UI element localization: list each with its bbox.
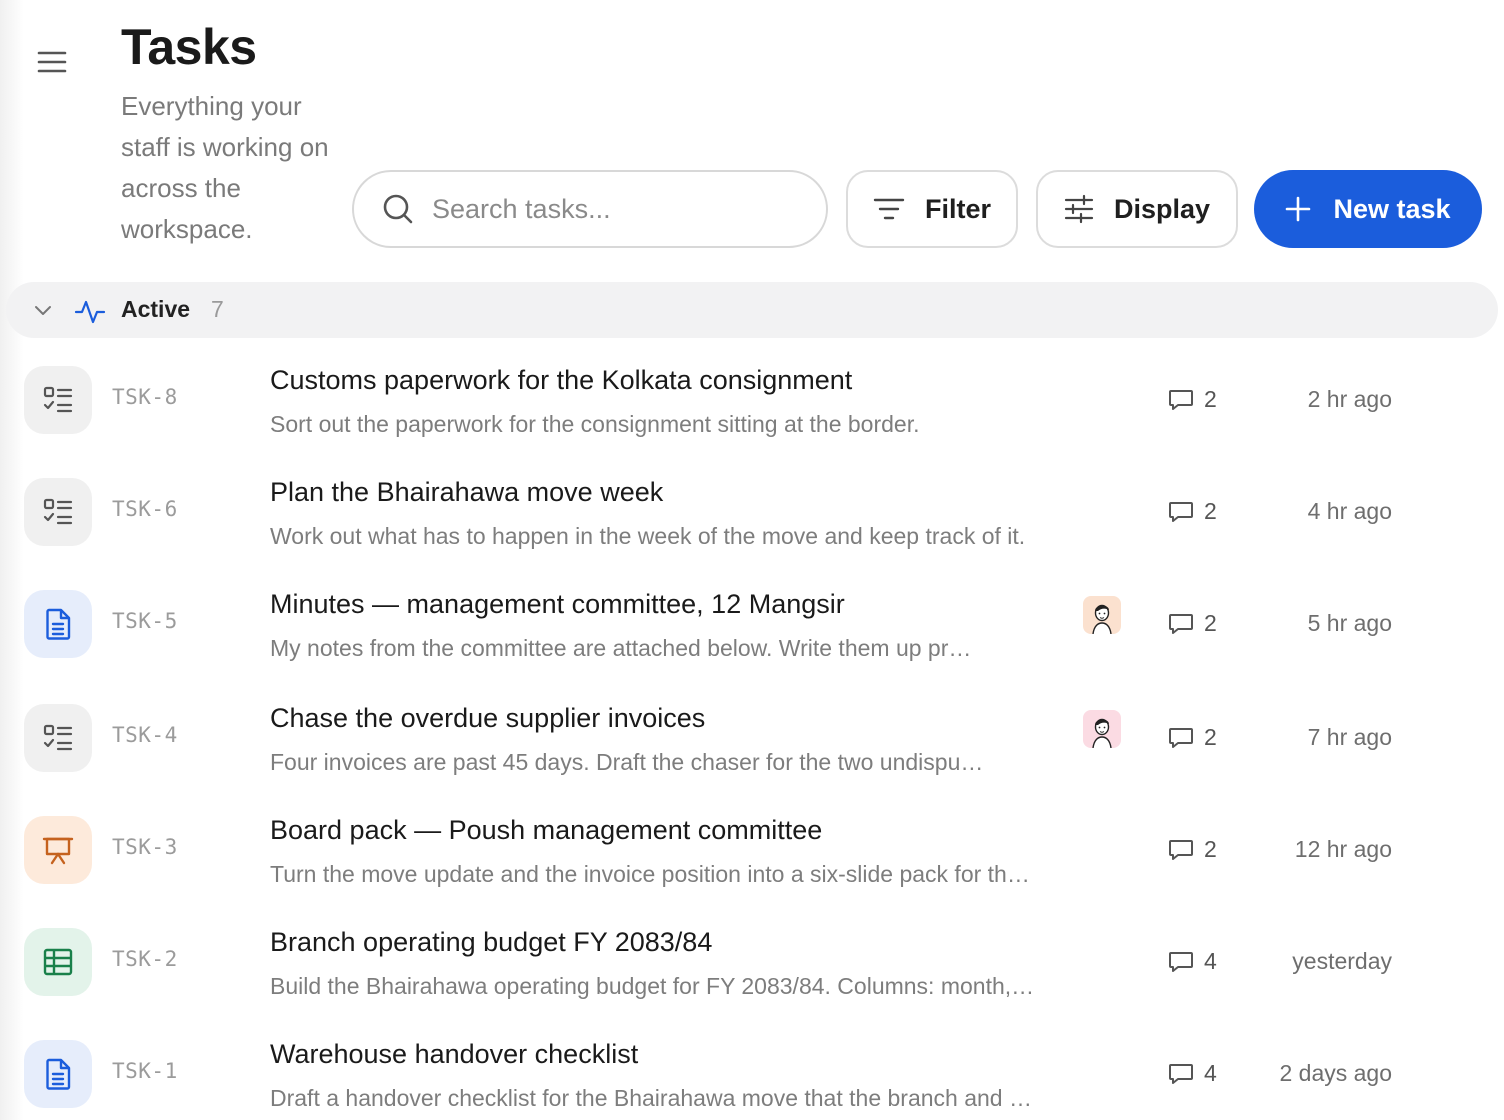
chevron-down-icon[interactable] — [32, 299, 54, 321]
task-title[interactable]: Warehouse handover checklist — [270, 1039, 638, 1070]
checklist-icon — [24, 366, 92, 434]
comment-count-value: 4 — [1204, 948, 1217, 974]
activity-pulse-icon — [74, 300, 106, 324]
comment-icon — [1168, 838, 1194, 862]
task-row[interactable]: TSK-4 Chase the overdue supplier invoices… — [0, 703, 1504, 816]
comment-icon — [1168, 612, 1194, 636]
task-description: Work out what has to happen in the week … — [270, 523, 1026, 549]
comment-count[interactable]: 2 — [1168, 498, 1217, 525]
task-row[interactable]: TSK-8 Customs paperwork for the Kolkata c… — [0, 365, 1504, 478]
task-title[interactable]: Branch operating budget FY 2083/84 — [270, 927, 712, 958]
task-description: Draft a handover checklist for the Bhair… — [270, 1085, 1032, 1111]
search-field[interactable] — [352, 170, 828, 248]
task-description: Turn the move update and the invoice pos… — [270, 861, 1030, 887]
comment-count-value: 2 — [1204, 724, 1217, 750]
comment-count[interactable]: 2 — [1168, 386, 1217, 413]
group-count: 7 — [211, 296, 224, 322]
assignee-avatar[interactable] — [1083, 710, 1121, 748]
sliders-icon — [1064, 194, 1094, 224]
group-label: Active — [121, 296, 191, 322]
task-description: Four invoices are past 45 days. Draft th… — [270, 749, 984, 775]
task-title[interactable]: Minutes — management committee, 12 Mangs… — [270, 589, 845, 620]
filter-button-label: Filter — [924, 193, 991, 224]
task-id: TSK-2 — [112, 947, 178, 971]
checklist-icon — [24, 704, 92, 772]
comment-icon — [1168, 388, 1194, 412]
comment-icon — [1168, 500, 1194, 524]
task-title[interactable]: Plan the Bhairahawa move week — [270, 477, 663, 508]
spreadsheet-icon — [24, 928, 92, 996]
task-updated-time: 5 hr ago — [1307, 610, 1392, 636]
comment-count-value: 4 — [1204, 1060, 1217, 1086]
display-button[interactable]: Display — [1036, 170, 1238, 248]
page-subtitle: Everything your staff is working on acro… — [121, 91, 329, 244]
task-updated-time: 2 days ago — [1279, 1060, 1392, 1086]
task-id: TSK-4 — [112, 723, 178, 747]
comment-count-value: 2 — [1204, 386, 1217, 412]
search-icon — [383, 194, 413, 224]
comment-count[interactable]: 4 — [1168, 948, 1217, 975]
task-id: TSK-3 — [112, 835, 178, 859]
comment-count[interactable]: 2 — [1168, 836, 1217, 863]
document-icon — [24, 590, 92, 658]
presentation-icon — [24, 816, 92, 884]
task-row[interactable]: TSK-5 Minutes — management committee, 12 … — [0, 589, 1504, 702]
task-row[interactable]: TSK-6 Plan the Bhairahawa move week Work o… — [0, 477, 1504, 590]
comment-count[interactable]: 4 — [1168, 1060, 1217, 1087]
task-title[interactable]: Board pack — Poush management committee — [270, 815, 822, 846]
filter-icon — [873, 198, 905, 220]
task-row[interactable]: TSK-2 Branch operating budget FY 2083/84 B… — [0, 927, 1504, 1040]
assignee-avatar[interactable] — [1083, 596, 1121, 634]
new-task-button[interactable]: New task — [1254, 170, 1482, 248]
comment-count-value: 2 — [1204, 610, 1217, 636]
checklist-icon — [24, 478, 92, 546]
group-header-active[interactable]: Active 7 — [6, 282, 1498, 338]
task-title[interactable]: Customs paperwork for the Kolkata consig… — [270, 365, 852, 396]
hamburger-menu-icon[interactable] — [30, 44, 74, 80]
comment-count[interactable]: 2 — [1168, 724, 1217, 751]
task-id: TSK-8 — [112, 385, 178, 409]
task-id: TSK-5 — [112, 609, 178, 633]
comment-count-value: 2 — [1204, 498, 1217, 524]
task-id: TSK-1 — [112, 1059, 178, 1083]
task-updated-time: 12 hr ago — [1294, 836, 1392, 862]
task-description: My notes from the committee are attached… — [270, 635, 972, 661]
display-button-label: Display — [1113, 193, 1211, 224]
task-title[interactable]: Chase the overdue supplier invoices — [270, 703, 705, 734]
comment-icon — [1168, 950, 1194, 974]
task-updated-time: 2 hr ago — [1307, 386, 1392, 412]
search-input[interactable] — [432, 193, 772, 225]
task-row[interactable]: TSK-3 Board pack — Poush management commi… — [0, 815, 1504, 928]
task-description: Sort out the paperwork for the consignme… — [270, 411, 920, 437]
filter-button[interactable]: Filter — [846, 170, 1018, 248]
comment-icon — [1168, 726, 1194, 750]
document-icon — [24, 1040, 92, 1108]
task-row[interactable]: TSK-1 Warehouse handover checklist Draft a… — [0, 1039, 1504, 1120]
page-title: Tasks — [121, 19, 257, 75]
new-task-button-label: New task — [1333, 193, 1451, 224]
plus-icon — [1286, 196, 1311, 222]
comment-count[interactable]: 2 — [1168, 610, 1217, 637]
task-updated-time: 7 hr ago — [1307, 724, 1392, 750]
comment-count-value: 2 — [1204, 836, 1217, 862]
task-updated-time: yesterday — [1292, 948, 1392, 974]
comment-icon — [1168, 1062, 1194, 1086]
task-description: Build the Bhairahawa operating budget fo… — [270, 973, 1035, 999]
task-id: TSK-6 — [112, 497, 178, 521]
task-updated-time: 4 hr ago — [1307, 498, 1392, 524]
